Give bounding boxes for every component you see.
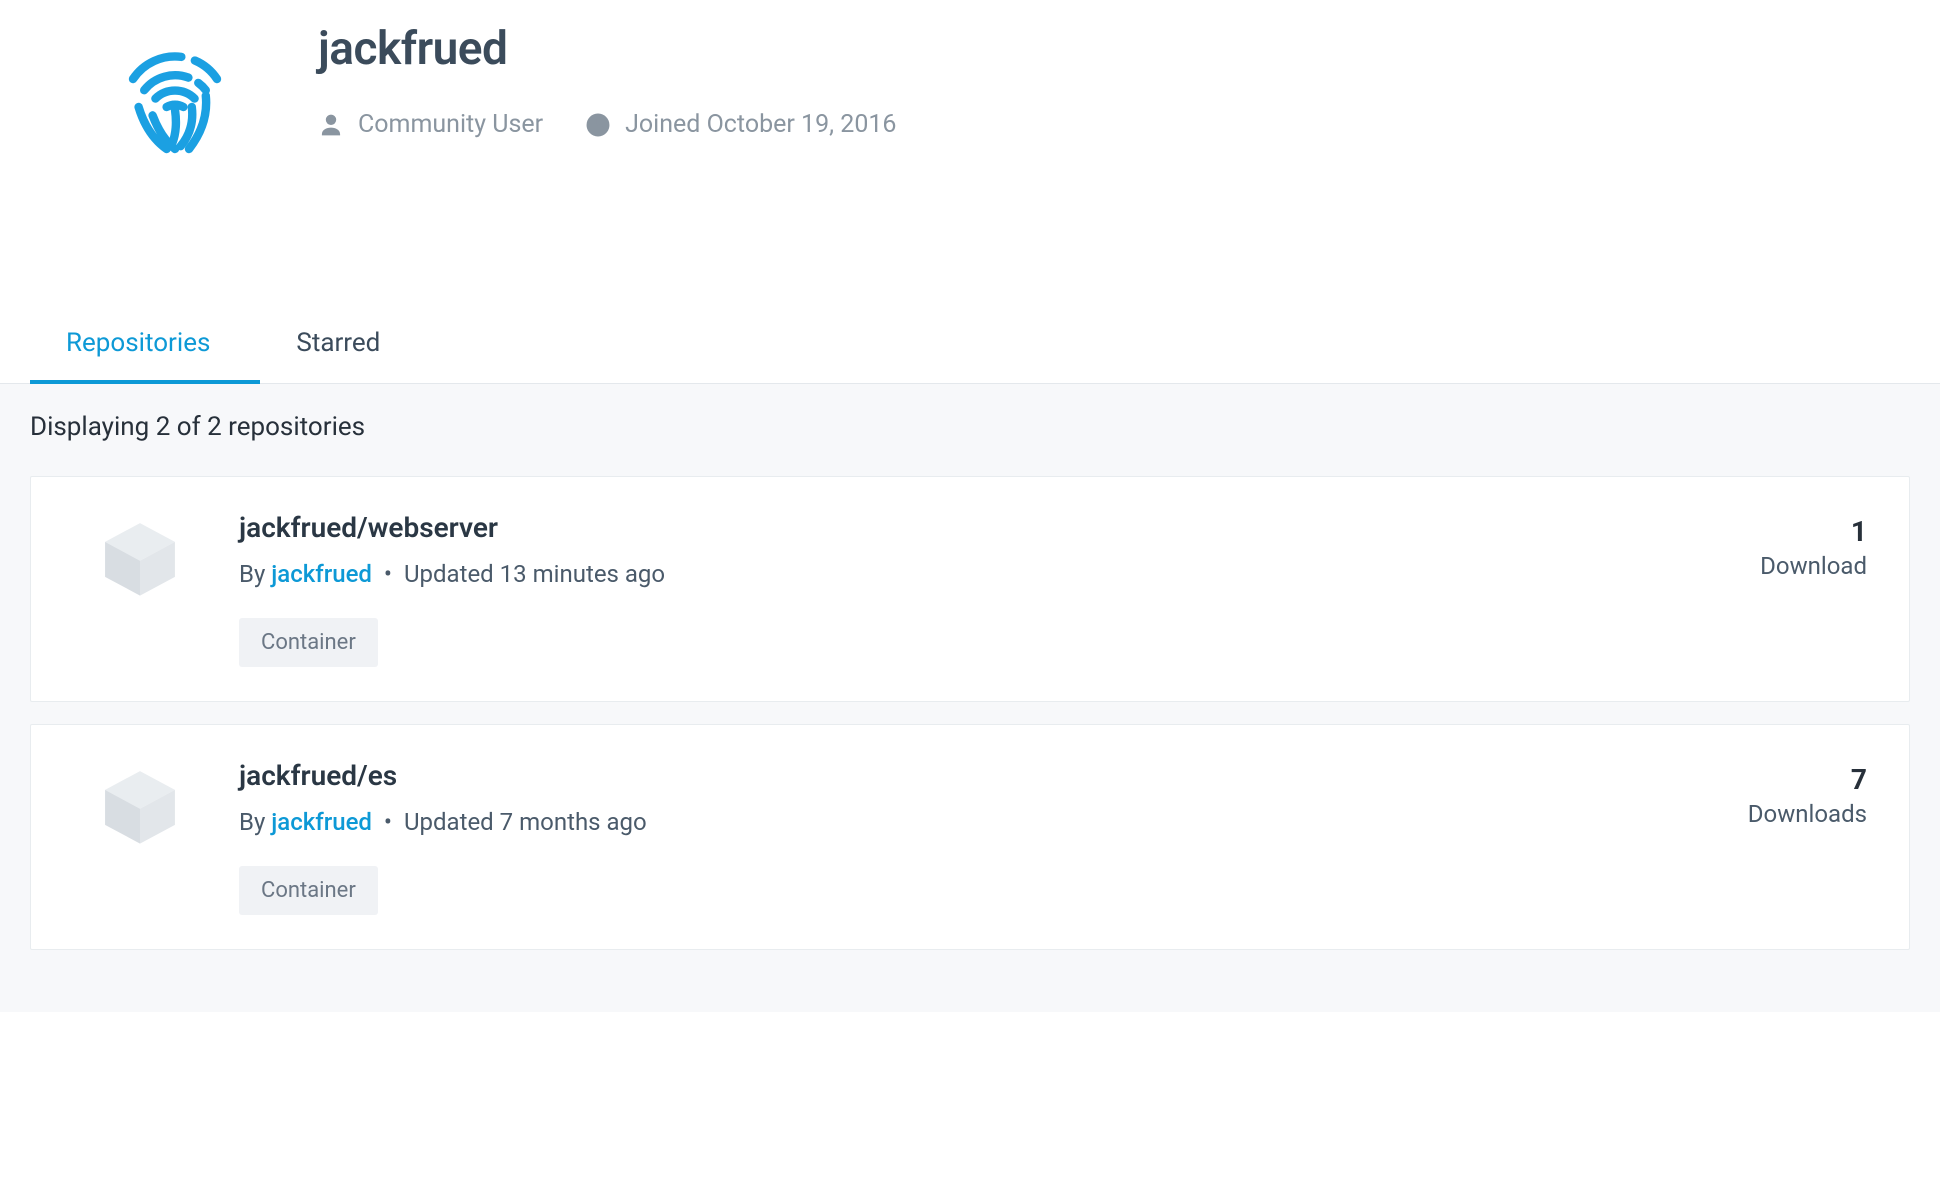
repo-left: jackfrued/es By jackfrued • Updated 7 mo… bbox=[97, 759, 647, 915]
type-tag: Container bbox=[239, 618, 378, 667]
download-count: 7 bbox=[1748, 763, 1867, 796]
repo-name[interactable]: jackfrued/es bbox=[239, 759, 647, 792]
repo-stats: 1 Download bbox=[1760, 511, 1867, 580]
repo-body: jackfrued/es By jackfrued • Updated 7 mo… bbox=[239, 759, 647, 915]
profile-info: jackfrued Community User Joined October … bbox=[318, 18, 896, 139]
fingerprint-icon bbox=[105, 23, 245, 163]
download-label: Downloads bbox=[1748, 800, 1867, 828]
download-label: Download bbox=[1760, 552, 1867, 580]
repo-card[interactable]: jackfrued/webserver By jackfrued • Updat… bbox=[30, 476, 1910, 702]
repo-body: jackfrued/webserver By jackfrued • Updat… bbox=[239, 511, 665, 667]
author-link[interactable]: jackfrued bbox=[271, 560, 372, 588]
joined-date: Joined October 19, 2016 bbox=[585, 110, 896, 139]
user-icon bbox=[318, 112, 344, 138]
repo-stats: 7 Downloads bbox=[1748, 759, 1867, 828]
avatar bbox=[100, 18, 250, 168]
repo-card[interactable]: jackfrued/es By jackfrued • Updated 7 mo… bbox=[30, 724, 1910, 950]
repo-name[interactable]: jackfrued/webserver bbox=[239, 511, 665, 544]
cube-icon bbox=[97, 515, 183, 601]
profile-username: jackfrued bbox=[318, 22, 896, 76]
updated-text: Updated 7 months ago bbox=[404, 808, 647, 836]
tab-starred[interactable]: Starred bbox=[260, 308, 430, 384]
clock-icon bbox=[585, 112, 611, 138]
tag-row: Container bbox=[239, 618, 665, 667]
author-link[interactable]: jackfrued bbox=[271, 808, 372, 836]
tag-row: Container bbox=[239, 866, 647, 915]
user-type: Community User bbox=[318, 110, 543, 139]
tabs: Repositories Starred bbox=[0, 308, 1940, 384]
updated-text: Updated 13 minutes ago bbox=[404, 560, 665, 588]
by-prefix: By bbox=[239, 808, 271, 836]
result-count: Displaying 2 of 2 repositories bbox=[30, 412, 1910, 442]
cube-icon bbox=[97, 763, 183, 849]
by-prefix: By bbox=[239, 560, 271, 588]
profile-header: jackfrued Community User Joined October … bbox=[0, 0, 1940, 168]
repo-meta: By jackfrued • Updated 7 months ago bbox=[239, 808, 647, 836]
content: Displaying 2 of 2 repositories jackfrued… bbox=[0, 384, 1940, 1012]
profile-meta-row: Community User Joined October 19, 2016 bbox=[318, 110, 896, 139]
repo-left: jackfrued/webserver By jackfrued • Updat… bbox=[97, 511, 665, 667]
separator-dot: • bbox=[378, 808, 398, 836]
joined-label: Joined October 19, 2016 bbox=[625, 110, 896, 139]
download-count: 1 bbox=[1760, 515, 1867, 548]
tab-repositories[interactable]: Repositories bbox=[30, 308, 260, 384]
type-tag: Container bbox=[239, 866, 378, 915]
user-type-label: Community User bbox=[358, 110, 543, 139]
repo-meta: By jackfrued • Updated 13 minutes ago bbox=[239, 560, 665, 588]
separator-dot: • bbox=[378, 560, 398, 588]
